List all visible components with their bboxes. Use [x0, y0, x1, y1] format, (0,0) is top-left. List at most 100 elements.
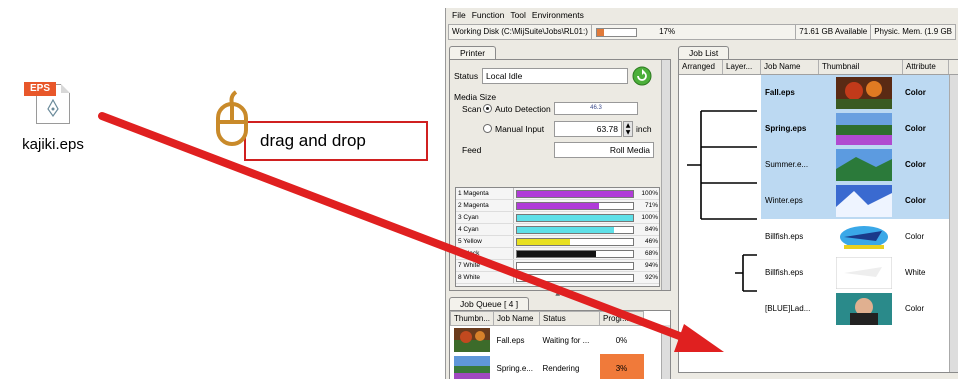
ink-name: 8 White	[456, 272, 514, 283]
queue-thumbnail	[451, 326, 494, 355]
job-list-header: Arranged Layer... Job Name Thumbnail Att…	[679, 60, 958, 75]
job-thumbnail-icon	[836, 185, 892, 217]
feed-field: Roll Media	[554, 142, 654, 158]
disk-usage-fill	[596, 28, 604, 36]
queue-header-job-name[interactable]: Job Name	[493, 311, 541, 326]
queue-row[interactable]: Fall.eps Waiting for ... 0%	[451, 326, 644, 355]
working-disk-label: Working Disk (C:\MijSuite\Jobs\RL01:)	[449, 25, 592, 39]
feed-label: Feed	[462, 145, 482, 155]
auto-detection-value: 46.3	[590, 105, 602, 111]
ink-level-fill	[517, 250, 596, 257]
queue-header-status[interactable]: Status	[539, 311, 601, 326]
ink-name: 6 Black	[456, 248, 514, 259]
tab-job-queue[interactable]: Job Queue [ 4 ]	[449, 297, 530, 310]
auto-detection-radio[interactable]: Auto Detection	[483, 104, 551, 114]
header-arranged[interactable]: Arranged	[679, 60, 723, 74]
drag-and-drop-label: drag and drop	[244, 121, 428, 161]
disk-usage-bar	[595, 27, 638, 37]
mouse-icon	[216, 90, 248, 146]
physical-memory: Physic. Mem. (1.9 GB	[874, 27, 952, 36]
job-attribute: Color	[905, 124, 926, 133]
ink-level-fill	[517, 190, 633, 197]
queue-progress: 0%	[615, 335, 628, 345]
ink-percent: 84%	[644, 226, 658, 233]
unit-label: inch	[636, 124, 652, 134]
stepper-icon[interactable]: ▲ ▼	[623, 121, 633, 137]
tab-job-list[interactable]: Job List	[678, 46, 730, 59]
header-attribute[interactable]: Attribute	[903, 60, 949, 74]
job-queue-panel: Thumbn... Job Name Status Progr... Fall.…	[449, 310, 671, 379]
ink-level-fill	[517, 202, 600, 209]
queue-scrollbar[interactable]	[661, 325, 670, 379]
ink-percent: 94%	[644, 262, 658, 269]
refresh-icon[interactable]	[632, 66, 652, 86]
queue-row[interactable]: Spring.e... Rendering 3%	[451, 354, 644, 379]
job-attribute: Color	[905, 88, 926, 97]
job-name: Summer.e...	[765, 160, 809, 169]
ink-row: 4 Cyan 84%	[456, 224, 659, 236]
pen-tool-icon	[47, 99, 59, 117]
header-job-name[interactable]: Job Name	[761, 60, 819, 74]
ink-level-fill	[517, 214, 633, 221]
job-attribute: White	[905, 268, 926, 277]
ink-row: 6 Black 68%	[456, 248, 659, 260]
status-field: Local Idle	[482, 68, 628, 84]
tab-printer[interactable]: Printer	[449, 46, 497, 59]
header-layer[interactable]: Layer...	[723, 60, 761, 74]
ink-level-bar	[516, 201, 634, 210]
disk-available: 71.61 GB Available	[796, 25, 872, 39]
printer-panel: Status Local Idle Media Size Scan Auto D…	[449, 59, 671, 291]
menu-function[interactable]: Function	[472, 8, 505, 23]
layer-tree-lines	[687, 110, 757, 292]
menu-environments[interactable]: Environments	[532, 8, 584, 23]
ink-percent: 100%	[641, 214, 658, 221]
ink-row: 1 Magenta 100%	[456, 188, 659, 200]
fall-thumbnail-icon	[453, 328, 490, 352]
ink-percent: 92%	[644, 274, 658, 281]
radio-selected-icon	[483, 104, 492, 113]
ink-level-bar	[516, 237, 634, 246]
job-thumbnail-icon	[836, 293, 892, 325]
menu-bar: File Function Tool Environments	[446, 8, 958, 23]
job-attribute: Color	[905, 196, 926, 205]
queue-job-name: Fall.eps	[496, 335, 525, 345]
menu-tool[interactable]: Tool	[510, 8, 526, 23]
disk-used-percent: 17%	[641, 25, 797, 39]
menu-file[interactable]: File	[452, 8, 466, 23]
status-label: Status	[454, 71, 479, 81]
manual-input-radio[interactable]: Manual Input	[483, 124, 544, 134]
status-bar: Working Disk (C:\MijSuite\Jobs\RL01:) 17…	[448, 24, 956, 40]
header-thumbnail[interactable]: Thumbnail	[819, 60, 903, 74]
queue-header-thumbnail[interactable]: Thumbn...	[450, 311, 495, 326]
job-attribute: Color	[905, 304, 925, 313]
job-thumbnail-icon	[836, 149, 892, 181]
ink-percent: 100%	[641, 190, 658, 197]
queue-header-progress[interactable]: Progr...	[599, 311, 645, 326]
job-thumbnail-icon	[836, 221, 892, 253]
ink-percent: 46%	[644, 238, 658, 245]
job-name: Billfish.eps	[765, 268, 804, 277]
job-name: [BLUE]Lad...	[765, 304, 811, 313]
manual-input-field[interactable]: 63.78	[554, 121, 622, 137]
queue-thumbnail	[451, 354, 494, 379]
ink-level-list: 1 Magenta 100% 2 Magenta 71% 3 Cyan 100% 4 Cya…	[455, 187, 660, 287]
ink-level-fill	[517, 274, 624, 281]
radio-empty-icon	[483, 124, 492, 133]
file-name: kajiki.eps	[22, 136, 84, 153]
job-thumbnail-icon	[836, 77, 892, 109]
ink-row: 7 White 94%	[456, 260, 659, 272]
ink-row: 2 Magenta 71%	[456, 200, 659, 212]
job-attribute: Color	[905, 232, 925, 241]
spring-thumbnail-icon	[453, 356, 490, 379]
ink-level-bar	[516, 261, 634, 270]
ink-name: 7 White	[456, 260, 514, 271]
ink-level-bar	[516, 213, 634, 222]
left-pane: Printer Status Local Idle Media Size Sca…	[449, 46, 671, 379]
printer-scrollbar[interactable]	[661, 60, 670, 290]
right-pane: Job List Arranged Layer... Job Name Thum…	[678, 46, 958, 379]
ink-level-bar	[516, 249, 634, 258]
job-list-scrollbar[interactable]	[949, 75, 958, 372]
eps-file-icon[interactable]: EPS kajiki.eps	[8, 80, 98, 160]
eps-badge: EPS	[24, 82, 56, 96]
ink-percent: 71%	[644, 202, 658, 209]
